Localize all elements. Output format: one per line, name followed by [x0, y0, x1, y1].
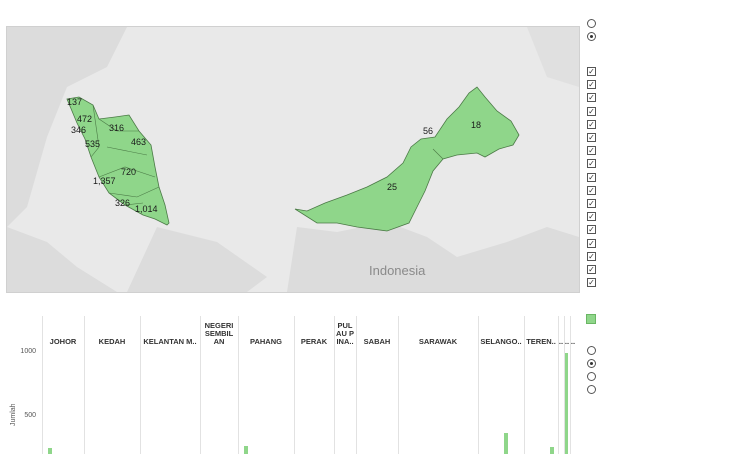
- data-bar[interactable]: [244, 446, 248, 454]
- region-filter-checkbox[interactable]: ✓: [587, 93, 596, 103]
- region-filter-checkbox[interactable]: ✓: [587, 185, 596, 195]
- region-filter-checkbox[interactable]: ✓: [587, 80, 596, 90]
- region-filter-checkbox[interactable]: ✓: [587, 238, 596, 248]
- category-header[interactable]: NEGERI SEMBIL AN: [200, 316, 238, 346]
- data-bar[interactable]: [550, 446, 554, 454]
- kedah-value-label: 472: [77, 114, 93, 124]
- region-filter-checkbox[interactable]: ✓: [587, 146, 596, 156]
- region-filter-checkbox[interactable]: ✓: [587, 265, 596, 274]
- category-header[interactable]: TEREN..: [524, 316, 558, 346]
- map-option-radio-1[interactable]: [587, 19, 596, 28]
- perlis-value-label: 137: [67, 97, 83, 107]
- region-filter-checkbox[interactable]: ✓: [587, 212, 596, 222]
- selangor-value-label: 1,357: [93, 176, 116, 186]
- category-header[interactable]: PERAK: [294, 316, 334, 346]
- map-option-radio-2[interactable]: [587, 32, 596, 41]
- chart-option-radio-1[interactable]: [587, 346, 596, 355]
- region-filter-checkbox[interactable]: ✓: [587, 119, 596, 129]
- kelantan-value-label: 316: [109, 123, 125, 133]
- pahang-value-label: 720: [121, 167, 137, 177]
- region-filter-checkbox[interactable]: ✓: [587, 225, 596, 235]
- category-header[interactable]: SELANGO..: [478, 316, 524, 346]
- chart-option-radio-3[interactable]: [587, 372, 596, 381]
- category-header[interactable]: PUL AU P INA..: [334, 316, 356, 346]
- region-filter-checkbox[interactable]: ✓: [587, 172, 596, 182]
- data-bar[interactable]: [504, 433, 508, 454]
- category-header[interactable]: KEDAH: [84, 316, 140, 346]
- region-filter-checkbox[interactable]: ✓: [587, 106, 596, 116]
- negeri-sembilan-value-label: 326: [115, 198, 131, 208]
- legend-color-swatch: [586, 314, 596, 324]
- sabah-value-label: 18: [471, 120, 482, 130]
- region-filter-checkbox[interactable]: ✓: [587, 199, 596, 208]
- indonesia-country-label: Indonesia: [369, 263, 426, 278]
- category-header[interactable]: KELANTAN M..: [140, 316, 200, 346]
- sarawak-value-label: 25: [387, 182, 398, 192]
- labuan-value-label: 56: [423, 126, 434, 136]
- category-header[interactable]: JOHOR: [42, 316, 84, 346]
- perak-value-label: 535: [85, 139, 101, 149]
- map-panel[interactable]: 137 472 346 316 463 535 720 1,357 326 1,…: [6, 26, 580, 293]
- region-filter-checkbox[interactable]: ✓: [587, 133, 596, 142]
- category-header[interactable]: SARAWAK: [398, 316, 478, 346]
- bar-chart: 1000 500 Jumlah JOHOR KEDAH KELANTAN M.. NE…: [6, 316, 578, 454]
- category-header[interactable]: ..: [570, 316, 576, 346]
- map-background: [7, 27, 579, 292]
- region-filter-checkbox[interactable]: ✓: [587, 67, 596, 76]
- category-header[interactable]: PAHANG: [238, 316, 294, 346]
- chart-option-radio-4[interactable]: [587, 385, 596, 394]
- johor-value-label: 1,014: [135, 204, 158, 214]
- category-header[interactable]: SABAH: [356, 316, 398, 346]
- data-bar[interactable]: [48, 447, 52, 454]
- region-filter-checkbox[interactable]: ✓: [587, 159, 596, 169]
- chart-option-radio-2[interactable]: [587, 359, 596, 368]
- borneo-malaysia-shape: [294, 86, 520, 232]
- region-filter-checkbox[interactable]: ✓: [587, 251, 596, 261]
- penang-value-label: 346: [71, 125, 87, 135]
- y-axis-label: Jumlah: [10, 403, 17, 426]
- y-tick-1000: 1000: [20, 348, 36, 355]
- terengganu-value-label: 463: [131, 137, 147, 147]
- region-filter-checkbox[interactable]: ✓: [587, 278, 596, 288]
